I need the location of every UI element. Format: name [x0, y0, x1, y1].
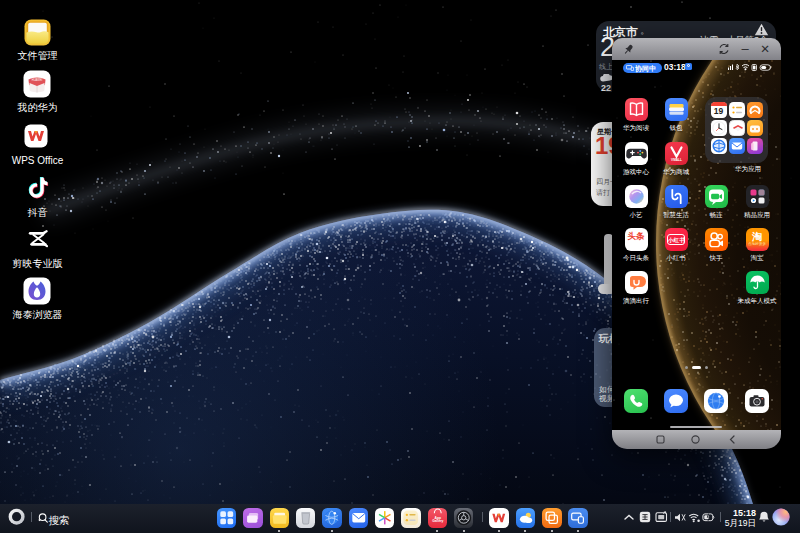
svg-text:HUAWEI: HUAWEI	[32, 78, 43, 82]
svg-text:Gallery: Gallery	[432, 520, 443, 524]
svg-text:VMALL: VMALL	[671, 158, 682, 162]
